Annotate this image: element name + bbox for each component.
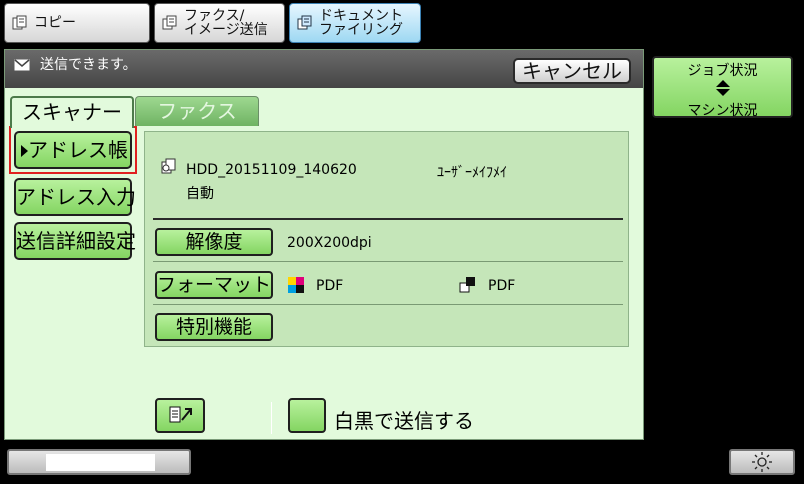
divider: [153, 304, 623, 305]
color-mode-icon: [288, 277, 304, 293]
special-functions-button[interactable]: 特別機能: [155, 313, 273, 341]
mail-icon: [14, 59, 30, 71]
tab-fax[interactable]: ファクス: [135, 96, 259, 126]
cancel-button[interactable]: キャンセル: [513, 58, 631, 84]
divider: [153, 218, 623, 220]
mode-tab-doc-filing-line2: ファイリング: [319, 22, 403, 38]
mode-tab-doc-filing-line1: ドキュメント: [319, 8, 403, 24]
brightness-icon: [752, 452, 772, 472]
format-button[interactable]: フォーマット: [155, 271, 273, 299]
tab-scanner[interactable]: スキャナー: [10, 96, 134, 128]
up-down-arrow-icon: [715, 80, 730, 96]
mode-tab-copy-label: コピー: [34, 15, 76, 31]
main-panel: 送信できます。 キャンセル スキャナー ファクス アドレス帳 アドレス入力 送信…: [4, 49, 644, 440]
bw-send-label: 白黒で送信する: [334, 409, 474, 433]
black-white-mode-icon: [459, 277, 475, 293]
send-detail-settings-button[interactable]: 送信詳細設定: [14, 222, 136, 260]
mode-tab-fax-line1: ファクス/: [184, 8, 245, 24]
address-book-label: アドレス帳: [28, 138, 128, 162]
resolution-button[interactable]: 解像度: [155, 228, 273, 256]
file-info-icon: [161, 158, 176, 174]
job-status-label: ジョブ状況: [687, 63, 758, 79]
triangle-right-icon: [21, 145, 28, 157]
mode-tab-copy[interactable]: コピー: [4, 3, 150, 43]
message-bar: 送信できます。 キャンセル: [5, 50, 643, 88]
mode-tab-fax-line2: イメージ送信: [184, 22, 268, 38]
user-name: ﾕｰｻﾞｰﾒｲﾌﾒｲ: [437, 165, 507, 181]
machine-status-label: マシン状況: [687, 103, 758, 119]
address-input-button[interactable]: アドレス入力: [14, 178, 136, 216]
copy-icon: [12, 15, 27, 30]
status-message: 送信できます。: [40, 57, 137, 73]
system-status-field[interactable]: [7, 449, 191, 475]
divider: [153, 261, 623, 262]
resolution-value: 200X200dpi: [287, 235, 372, 251]
mode-tab-fax-image-send[interactable]: ファクス/ イメージ送信: [154, 3, 285, 43]
file-name: HDD_20151109_140620: [186, 162, 357, 178]
auto-label: 自動: [186, 186, 214, 202]
brightness-button[interactable]: [729, 449, 795, 475]
status-display: [46, 454, 155, 471]
document-filing-icon: [297, 15, 312, 30]
mode-tab-fax-label: ファクス/ イメージ送信: [184, 9, 268, 37]
bw-send-checkbox[interactable]: [288, 398, 326, 433]
mode-tab-document-filing[interactable]: ドキュメント ファイリング: [289, 3, 421, 43]
format-bw-value: PDF: [488, 278, 516, 294]
program-register-icon: [169, 406, 192, 423]
address-book-button[interactable]: アドレス帳: [14, 131, 132, 169]
settings-area: HDD_20151109_140620 ﾕｰｻﾞｰﾒｲﾌﾒｲ 自動 解像度 20…: [144, 131, 629, 347]
divider: [271, 402, 272, 434]
format-color-value: PDF: [316, 278, 344, 294]
program-register-button[interactable]: [155, 398, 205, 433]
fax-icon: [162, 15, 177, 30]
job-status-button[interactable]: ジョブ状況 マシン状況: [652, 56, 793, 119]
mode-tab-doc-filing-label: ドキュメント ファイリング: [319, 9, 403, 37]
